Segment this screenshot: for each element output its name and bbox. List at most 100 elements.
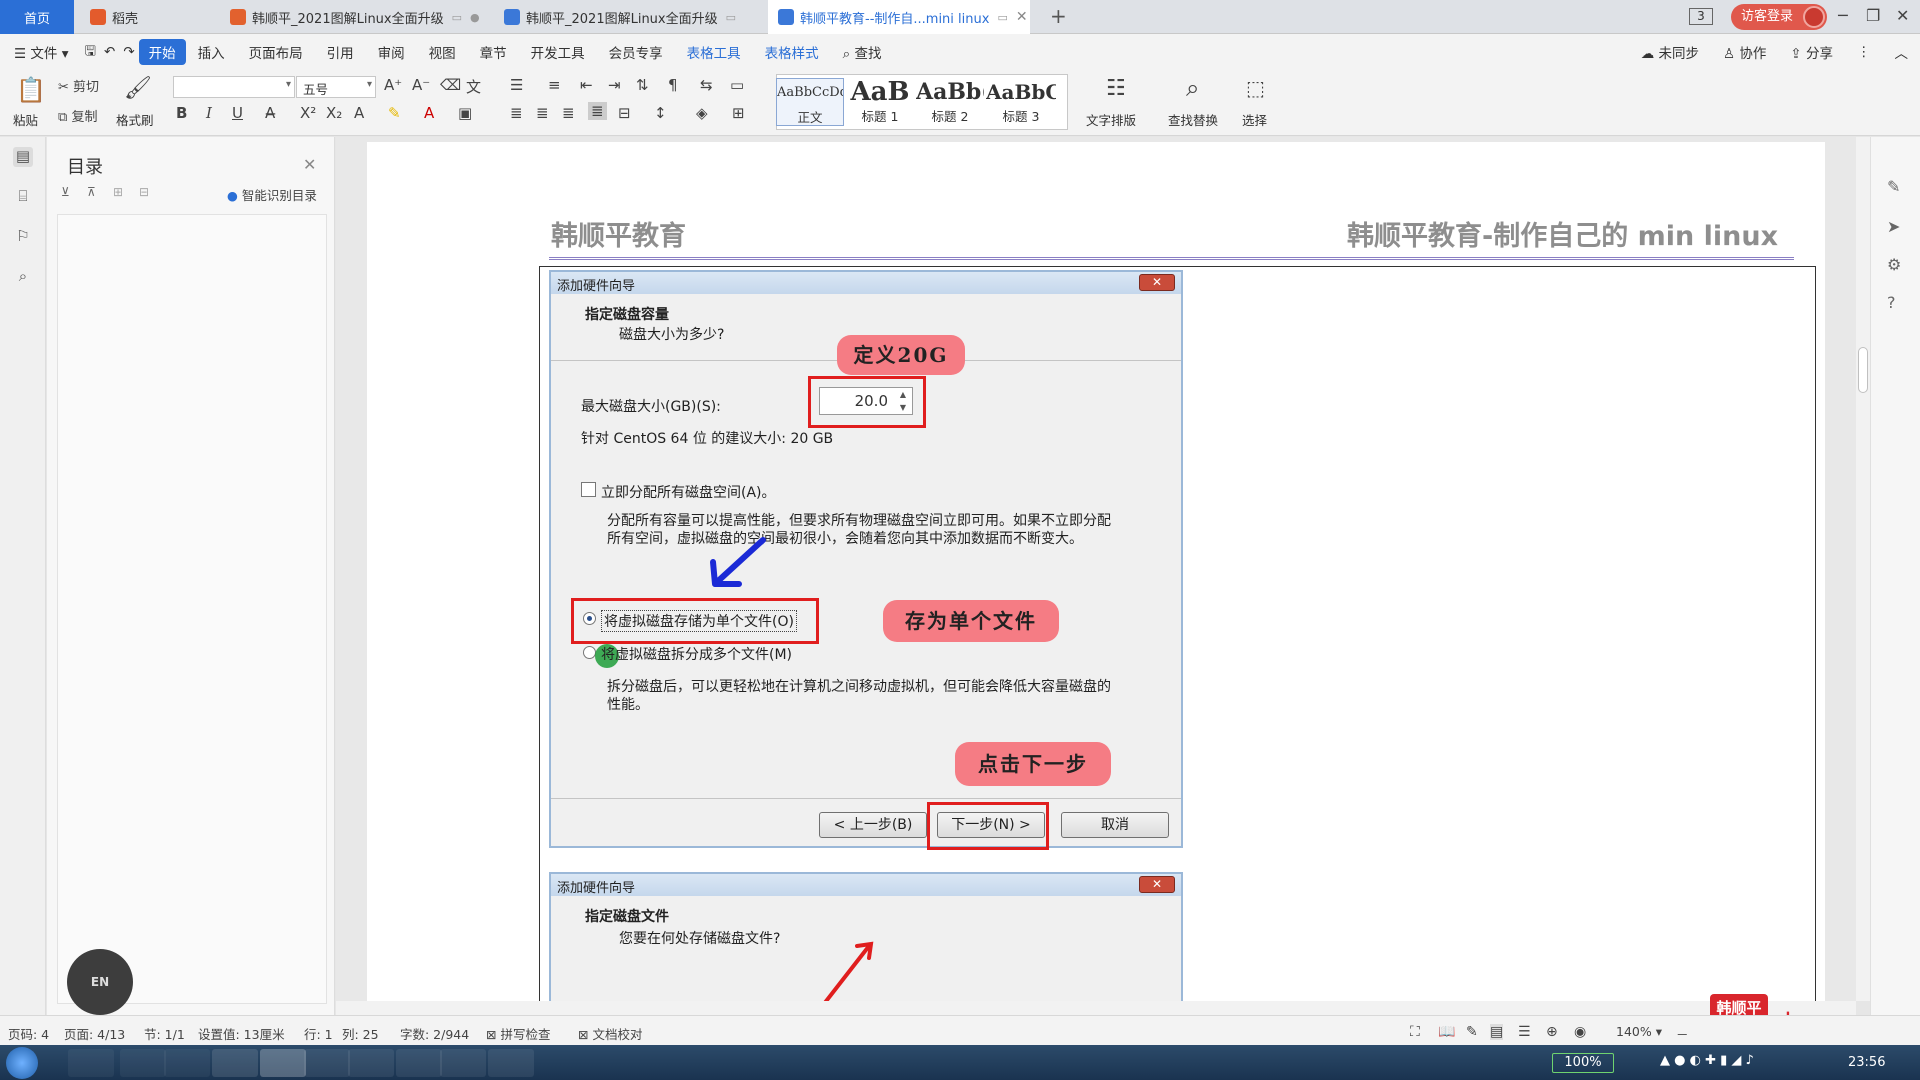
collapse-all-icon[interactable]: ⊼ xyxy=(87,185,96,199)
proof-button[interactable]: ⊠ 文档校对 xyxy=(578,1024,642,1043)
align-left-icon[interactable]: ≣ xyxy=(510,104,523,122)
add-heading-icon[interactable]: ⊞ xyxy=(113,185,123,199)
show-marks-icon[interactable]: ¶ xyxy=(668,76,678,94)
select-icon[interactable]: ⬚ xyxy=(1246,76,1265,100)
font-color-icon[interactable]: A xyxy=(424,104,434,122)
minimize-icon[interactable]: ─ xyxy=(1838,6,1848,25)
visitor-login-button[interactable]: 访客登录 xyxy=(1731,4,1828,30)
indent-inc-icon[interactable]: ⇥ xyxy=(608,76,621,94)
font-size-select[interactable]: 五号 xyxy=(296,76,376,98)
nav-icon[interactable]: ⌸ xyxy=(13,187,33,207)
web-view-icon[interactable]: ⊕ xyxy=(1546,1024,1558,1040)
dialog-close-icon[interactable]: ✕ xyxy=(1139,876,1175,893)
underline-icon[interactable]: U xyxy=(232,104,243,122)
taskbar-app-icon[interactable] xyxy=(488,1049,534,1077)
read-mode-icon[interactable]: 📖 xyxy=(1438,1024,1455,1040)
taskbar-app-icon[interactable] xyxy=(120,1049,166,1077)
subscript-icon[interactable]: X₂ xyxy=(326,104,342,122)
smart-toc-button[interactable]: ● 智能识别目录 xyxy=(227,185,317,204)
menu-member[interactable]: 会员专享 xyxy=(597,42,675,62)
paste-icon[interactable]: 📋 xyxy=(16,76,46,104)
close-icon[interactable]: ✕ xyxy=(303,155,316,174)
brush-icon[interactable]: 🖌 xyxy=(124,76,152,101)
settings-icon[interactable]: ⚙ xyxy=(1887,255,1901,274)
shading-icon[interactable]: ◈ xyxy=(696,104,708,122)
collapse-icon[interactable]: ︿ xyxy=(1883,42,1920,62)
undo-icon[interactable]: ↶ xyxy=(100,44,119,60)
style-h3[interactable]: AaBbC 标题 3 xyxy=(986,78,1056,126)
text-effect-icon[interactable]: A xyxy=(354,104,364,122)
zoom-select[interactable]: 140% ▾ xyxy=(1616,1024,1662,1039)
pen-icon[interactable]: ✎ xyxy=(1887,177,1900,196)
status-pages[interactable]: 页面: 4/13 xyxy=(64,1024,125,1043)
redo-icon[interactable]: ↷ xyxy=(119,44,138,60)
text-layout-icon[interactable]: ☷ xyxy=(1106,76,1126,101)
help-icon[interactable]: ? xyxy=(1887,293,1896,312)
single-file-radio[interactable] xyxy=(583,612,596,625)
save-icon[interactable]: 🖫 xyxy=(80,41,100,64)
grow-font-icon[interactable]: A⁺ xyxy=(384,76,402,94)
align-right-icon[interactable]: ≣ xyxy=(562,104,575,122)
tab-count-badge[interactable]: 3 xyxy=(1689,8,1713,25)
paste-button[interactable]: 粘贴 xyxy=(13,110,38,129)
cut-button[interactable]: ✂ 剪切 xyxy=(58,76,99,95)
restore-icon[interactable]: ❐ xyxy=(1866,6,1880,25)
tab-doc[interactable]: 韩顺平_2021图解Linux全面升级 ▭ xyxy=(494,0,764,34)
dialog-close-icon[interactable]: ✕ xyxy=(1139,274,1175,291)
horizontal-scrollbar[interactable] xyxy=(336,1001,1856,1015)
char-border-icon[interactable]: ▣ xyxy=(458,104,472,122)
back-button[interactable]: < 上一步(B) xyxy=(819,812,927,838)
tab-home[interactable]: 首页 xyxy=(0,0,74,34)
taskbar-app-icon[interactable] xyxy=(440,1049,486,1077)
menu-chapter[interactable]: 章节 xyxy=(468,42,519,62)
find-replace-icon[interactable]: ⌕ xyxy=(1186,74,1199,102)
cancel-button[interactable]: 取消 xyxy=(1061,812,1169,838)
find-replace-button[interactable]: 查找替换 xyxy=(1168,110,1218,129)
borders-icon[interactable]: ⊞ xyxy=(732,104,745,122)
clock[interactable]: 23:56 xyxy=(1848,1055,1885,1070)
taskbar-app-icon[interactable] xyxy=(304,1049,350,1077)
remove-heading-icon[interactable]: ⊟ xyxy=(139,185,149,199)
menu-reference[interactable]: 引用 xyxy=(315,42,366,62)
numbering-icon[interactable]: ≡ xyxy=(548,76,561,94)
bold-icon[interactable]: B xyxy=(176,104,187,122)
sort-icon[interactable]: ⇅ xyxy=(636,76,649,94)
tray-icons[interactable]: ▲ ● ◐ ✚ ▮ ◢ ♪ xyxy=(1660,1053,1754,1068)
scroll-thumb[interactable] xyxy=(1858,347,1868,393)
zoom-out-icon[interactable]: － xyxy=(1676,1024,1689,1043)
menu-table-style[interactable]: 表格样式 xyxy=(753,42,831,62)
eye-care-icon[interactable]: ◉ xyxy=(1574,1024,1586,1040)
select-button[interactable]: 选择 xyxy=(1242,110,1267,129)
font-name-select[interactable] xyxy=(173,76,295,98)
taskbar-app-icon[interactable] xyxy=(396,1049,442,1077)
strike-icon[interactable]: A̶ xyxy=(265,104,275,122)
taskbar-app-icon[interactable] xyxy=(348,1049,394,1077)
chrome-icon[interactable] xyxy=(164,1049,210,1077)
page-view-icon[interactable]: ▤ xyxy=(1490,1024,1504,1040)
menu-layout[interactable]: 页面布局 xyxy=(237,42,315,62)
copy-button[interactable]: ⧉ 复制 xyxy=(58,106,97,125)
line-spacing-icon[interactable]: ↕ xyxy=(654,104,667,122)
tab-daoke[interactable]: 稻壳 xyxy=(80,0,215,34)
justify-icon[interactable]: ≣ xyxy=(588,102,607,120)
toc-panel-icon[interactable]: ▤ xyxy=(13,147,33,167)
style-h1[interactable]: AaB 标题 1 xyxy=(846,78,914,126)
distribute-icon[interactable]: ⊟ xyxy=(618,104,631,122)
bullets-icon[interactable]: ☰ xyxy=(510,76,523,94)
file-menu[interactable]: ☰ 文件 ▾ xyxy=(0,42,80,62)
pointer-icon[interactable]: ➤ xyxy=(1887,217,1900,236)
menu-table-tools[interactable]: 表格工具 xyxy=(675,42,753,62)
taskbar-app-icon[interactable] xyxy=(68,1049,114,1077)
style-normal[interactable]: AaBbCcDd 正文 xyxy=(776,78,844,126)
align-center-icon[interactable]: ≣ xyxy=(536,104,549,122)
italic-icon[interactable]: I xyxy=(206,104,212,122)
battery-indicator[interactable]: 100% xyxy=(1552,1053,1614,1073)
format-painter-button[interactable]: 格式刷 xyxy=(116,110,154,129)
search-menu[interactable]: ⌕ 查找 xyxy=(831,42,894,62)
shrink-font-icon[interactable]: A⁻ xyxy=(412,76,430,94)
bookmark-icon[interactable]: ⚐ xyxy=(13,227,33,247)
ime-en-badge[interactable]: EN xyxy=(67,949,133,1015)
more-icon[interactable]: ⋮ xyxy=(1845,44,1883,60)
spell-check-button[interactable]: ⊠ 拼写检查 xyxy=(486,1024,550,1043)
tab-ppt[interactable]: 韩顺平_2021图解Linux全面升级 ▭ ● xyxy=(220,0,490,34)
